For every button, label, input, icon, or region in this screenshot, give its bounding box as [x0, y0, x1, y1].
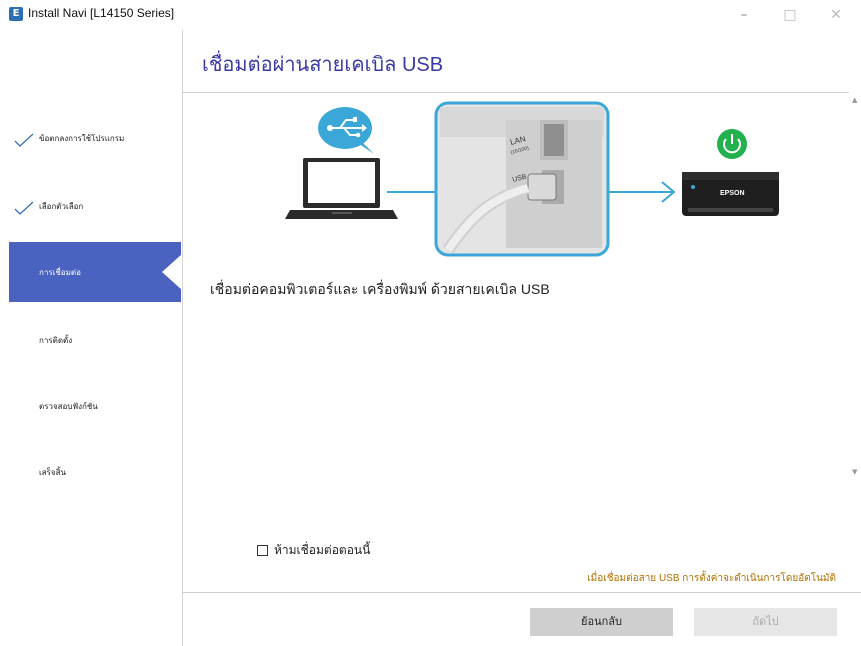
printer-icon: EPSON — [682, 172, 779, 216]
power-icon — [717, 129, 747, 159]
checkmark-icon — [14, 201, 34, 215]
app-icon: E — [9, 7, 23, 21]
dont-connect-now-option[interactable]: ห้ามเชื่อมต่อตอนนี้ — [257, 541, 370, 560]
sidebar-item-connection: การเชื่อมต่อ — [9, 242, 182, 302]
close-button[interactable]: ✕ — [813, 0, 859, 30]
sidebar-item-check-functions: ตรวจสอบฟังก์ชัน — [9, 374, 182, 434]
maximize-button[interactable]: □ — [767, 0, 813, 30]
scroll-down-icon[interactable]: ▼ — [852, 468, 857, 476]
sidebar-item-install: การติดตั้ง — [9, 308, 182, 368]
dont-connect-now-label[interactable]: ห้ามเชื่อมต่อตอนนี้ — [274, 541, 370, 560]
sidebar-item-label: การเชื่อมต่อ — [39, 268, 81, 277]
scrollbar[interactable]: ▲ ▼ — [849, 94, 861, 494]
sidebar-item-label: เสร็จสิ้น — [39, 468, 66, 477]
title-divider — [182, 92, 849, 93]
footer-divider — [182, 592, 861, 593]
sidebar-item-label: ข้อตกลงการใช้โปรแกรม — [39, 134, 125, 143]
connection-description: เชื่อมต่อคอมพิวเตอร์และ เครื่องพิมพ์ ด้ว… — [210, 281, 550, 297]
sidebar-item-finish: เสร็จสิ้น — [9, 440, 182, 500]
steps-sidebar: ข้อตกลงการใช้โปรแกรม เลือกตัวเลือก การเช… — [9, 30, 183, 646]
laptop-icon — [285, 158, 398, 219]
sidebar-item-label: เลือกตัวเลือก — [39, 202, 84, 211]
printer-brand: EPSON — [720, 190, 745, 197]
scroll-up-icon[interactable]: ▲ — [852, 96, 857, 104]
window-title: Install Navi [L14150 Series] — [28, 6, 175, 20]
page-title: เชื่อมต่อผ่านสายเคเบิล USB — [202, 54, 444, 76]
dont-connect-now-checkbox[interactable] — [257, 545, 268, 556]
usb-port-photo: LAN (10/100) USB — [434, 101, 610, 257]
active-step-pointer — [162, 254, 182, 290]
back-button[interactable]: ย้อนกลับ — [530, 608, 673, 636]
sidebar-item-options: เลือกตัวเลือก — [9, 174, 182, 234]
auto-setup-note: เมื่อเชื่อมต่อสาย USB การตั้งค่าจะดำเนิน… — [587, 573, 836, 584]
title-bar: E Install Navi [L14150 Series] – □ ✕ — [0, 0, 861, 30]
usb-icon — [318, 107, 374, 154]
checkmark-icon — [14, 133, 34, 147]
minimize-button[interactable]: – — [721, 0, 767, 30]
usb-connection-illustration: LAN (10/100) USB EPSON — [285, 101, 779, 257]
sidebar-item-label: การติดตั้ง — [39, 336, 73, 345]
next-button[interactable]: ถัดไป — [694, 608, 837, 636]
sidebar-item-label: ตรวจสอบฟังก์ชัน — [39, 402, 98, 411]
sidebar-item-license: ข้อตกลงการใช้โปรแกรม — [9, 106, 182, 166]
